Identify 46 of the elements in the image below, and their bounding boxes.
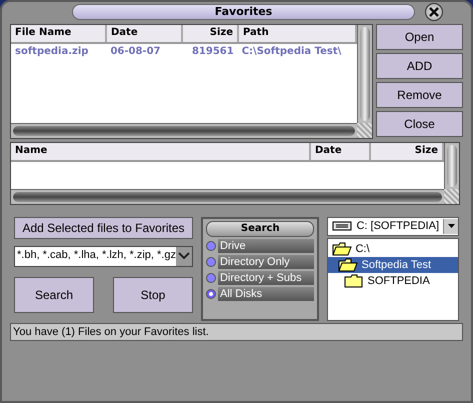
panel-title: Search	[206, 220, 314, 236]
chevron-icon	[178, 252, 190, 260]
table-cell-text: 06-08-07	[109, 45, 162, 59]
side-button[interactable]: Open	[376, 24, 463, 50]
radio-button[interactable]	[206, 288, 216, 298]
close-button[interactable]	[425, 3, 443, 21]
drive-value: C: [SOFTPEDIA]	[356, 220, 439, 232]
caret-icon	[448, 224, 454, 228]
table-cell-text: C:\Softpedia Test\	[240, 45, 342, 59]
resize-grip[interactable]	[357, 123, 372, 138]
drive-icon	[332, 221, 352, 231]
table-cell-text: 819561	[190, 45, 235, 59]
add-favorites-button[interactable]: Add Selected files to Favorites	[14, 216, 193, 238]
drive-combo[interactable]: C: [SOFTPEDIA]	[327, 216, 459, 236]
filter-value: *.bh, *.cab, *.lha, *.lzh, *.zip, *.gz	[16, 248, 176, 262]
table-cell-text: softpedia.zip	[14, 45, 90, 59]
dropdown-button[interactable]	[443, 218, 458, 234]
radio-button[interactable]	[206, 240, 216, 250]
tree-item[interactable]: C:\	[328, 240, 458, 256]
vertical-scrollbar[interactable]	[444, 143, 459, 188]
filter-combo[interactable]: *.bh, *.cab, *.lha, *.lzh, *.zip, *.gz	[14, 246, 193, 266]
window-title: Favorites	[72, 4, 415, 20]
column-header[interactable]: Size	[183, 25, 239, 42]
side-button[interactable]: Remove	[376, 82, 463, 108]
horizontal-scrollbar[interactable]	[11, 123, 357, 138]
radio-button[interactable]	[206, 272, 216, 282]
column-header[interactable]: Date	[107, 25, 183, 42]
stop-button[interactable]: Stop	[112, 276, 193, 312]
resize-grip[interactable]	[444, 188, 459, 204]
side-button[interactable]: ADD	[376, 53, 463, 79]
side-button[interactable]: Close	[376, 111, 463, 137]
vertical-scrollbar[interactable]	[357, 25, 372, 123]
search-button[interactable]: Search	[14, 276, 94, 312]
column-header[interactable]: Name	[11, 143, 311, 160]
column-header[interactable]: Date	[311, 143, 371, 160]
radio-button[interactable]	[206, 256, 216, 266]
folder-label: C:\	[355, 242, 370, 254]
close-icon	[428, 6, 440, 18]
column-header[interactable]: File Name	[11, 25, 107, 42]
dropdown-button[interactable]	[176, 246, 192, 266]
folder-label: SOFTPEDIA	[367, 274, 430, 286]
status-bar: You have (1) Files on your Favorites list.	[10, 322, 463, 340]
tree-item[interactable]: Softpedia Test	[328, 256, 458, 272]
horizontal-scrollbar[interactable]	[11, 188, 444, 204]
folder-label: Softpedia Test	[361, 258, 431, 270]
tree-item[interactable]: SOFTPEDIA	[328, 272, 458, 288]
